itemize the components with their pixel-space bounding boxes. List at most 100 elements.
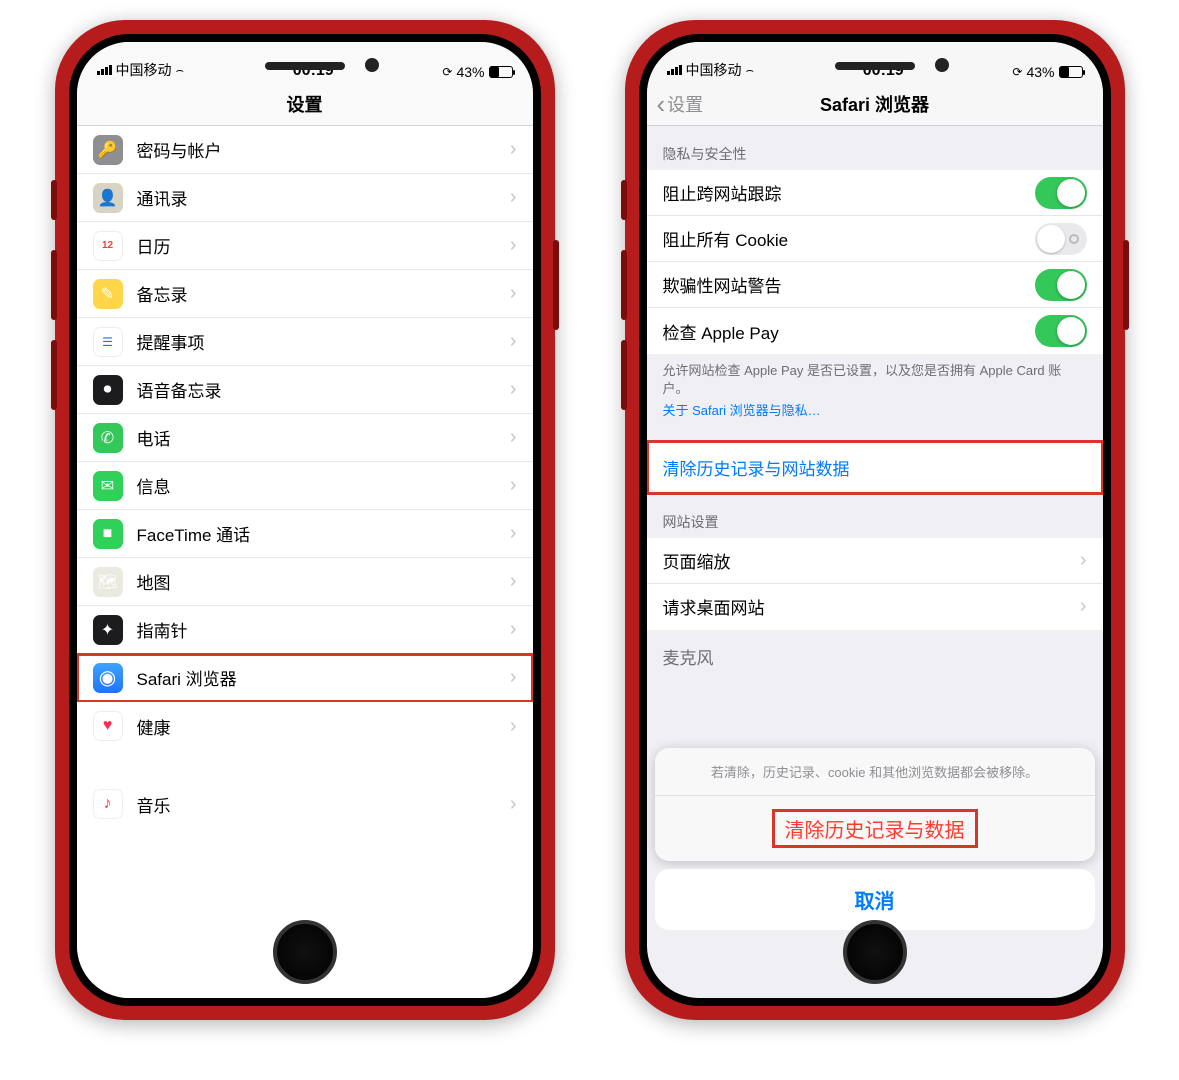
settings-list[interactable]: 🔑密码与帐户›👤通讯录›12日历›✎备忘录›☰提醒事项›⏺语音备忘录›✆电话›✉… [77, 126, 533, 998]
note-text: 允许网站检查 Apple Pay 是否已设置，以及您是否拥有 Apple Car… [663, 363, 1062, 396]
section-site-header: 网站设置 [647, 494, 1103, 538]
settings-item[interactable]: ✉信息› [77, 462, 533, 510]
action-sheet: 若清除，历史记录、cookie 和其他浏览数据都会被移除。 清除历史记录与数据 … [647, 740, 1103, 938]
chevron-right-icon: › [510, 234, 517, 257]
settings-item-label: 音乐 [137, 792, 510, 817]
earpiece [835, 62, 915, 70]
screen-safari-settings: 中国移动 ⌢ 00:19 ⟳ 43% ‹ 设置 Safari 浏览器 隐私与安全… [647, 42, 1103, 998]
app-icon: ☰ [93, 327, 123, 357]
mute-switch [621, 180, 627, 220]
settings-item-label: 健康 [137, 714, 510, 739]
settings-item-label: 信息 [137, 473, 510, 498]
settings-item[interactable]: 🔑密码与帐户› [77, 126, 533, 174]
back-button[interactable]: ‹ 设置 [657, 82, 704, 126]
nav-title: 设置 [287, 91, 323, 117]
nav-title: Safari 浏览器 [820, 91, 929, 117]
toggle-label: 检查 Apple Pay [663, 319, 1035, 344]
toggle-switch[interactable] [1035, 177, 1087, 209]
site-settings-row[interactable]: 请求桌面网站› [647, 584, 1103, 630]
volume-down [621, 340, 627, 410]
settings-item-label: 电话 [137, 425, 510, 450]
carrier-label: 中国移动 [686, 60, 742, 80]
app-icon: ✆ [93, 423, 123, 453]
power-button [1123, 240, 1129, 330]
toggle-label: 欺骗性网站警告 [663, 272, 1035, 297]
settings-item-label: 语音备忘录 [137, 377, 510, 402]
back-label: 设置 [667, 91, 703, 117]
settings-item-label: 通讯录 [137, 185, 510, 210]
settings-item[interactable]: 🗺地图› [77, 558, 533, 606]
battery-pct: 43% [456, 64, 484, 80]
settings-item[interactable]: 👤通讯录› [77, 174, 533, 222]
chevron-right-icon: › [1080, 595, 1087, 618]
chevron-right-icon: › [510, 715, 517, 738]
settings-item[interactable]: ☰ 提醒事项› [77, 318, 533, 366]
earpiece [265, 62, 345, 70]
settings-item[interactable]: ✎备忘录› [77, 270, 533, 318]
front-camera [365, 58, 379, 72]
sheet-clear-button[interactable]: 清除历史记录与数据 [655, 796, 1095, 861]
toggle-label: 阻止所有 Cookie [663, 226, 1035, 251]
row-label: 页面缩放 [663, 548, 1080, 573]
app-icon: 12 [93, 231, 123, 261]
app-icon: 🔑 [93, 135, 123, 165]
app-icon: ✦ [93, 615, 123, 645]
battery-icon [489, 66, 513, 78]
battery-icon [1059, 66, 1083, 78]
wifi-icon: ⌢ [746, 62, 755, 78]
signal-icon [667, 65, 682, 75]
app-icon: ■ [93, 519, 123, 549]
signal-icon [97, 65, 112, 75]
chevron-right-icon: › [510, 378, 517, 401]
privacy-link[interactable]: 关于 Safari 浏览器与隐私… [663, 402, 1087, 420]
home-button[interactable] [843, 920, 907, 984]
safari-settings-content[interactable]: 隐私与安全性 阻止跨网站跟踪阻止所有 Cookie欺骗性网站警告检查 Apple… [647, 126, 1103, 998]
settings-item[interactable]: ◉ Safari 浏览器› [77, 654, 533, 702]
clear-history-row[interactable]: 清除历史记录与网站数据 [647, 441, 1103, 494]
sheet-clear-label: 清除历史记录与数据 [775, 812, 975, 845]
toggle-switch[interactable] [1035, 223, 1087, 255]
toggle-row: 阻止跨网站跟踪 [647, 170, 1103, 216]
settings-item-label: FaceTime 通话 [137, 521, 510, 546]
chevron-right-icon: › [510, 426, 517, 449]
app-icon: ⏺ [93, 375, 123, 405]
chevron-right-icon: › [510, 570, 517, 593]
sheet-message: 若清除，历史记录、cookie 和其他浏览数据都会被移除。 [655, 748, 1095, 796]
chevron-right-icon: › [510, 330, 517, 353]
rotation-lock-icon: ⟳ [1012, 65, 1022, 79]
settings-item-label: 指南针 [137, 617, 510, 642]
settings-item-label: 提醒事项 [137, 329, 510, 354]
chevron-right-icon: › [1080, 549, 1087, 572]
settings-item[interactable]: ♪音乐› [77, 780, 533, 828]
toggle-switch[interactable] [1035, 315, 1087, 347]
settings-item-label: 日历 [137, 233, 510, 258]
settings-item[interactable]: ♥健康› [77, 702, 533, 750]
settings-item[interactable]: ✆ 电话› [77, 414, 533, 462]
volume-up [621, 250, 627, 320]
settings-item[interactable]: 12 日历› [77, 222, 533, 270]
applepay-note: 允许网站检查 Apple Pay 是否已设置，以及您是否拥有 Apple Car… [647, 354, 1103, 429]
toggle-row: 欺骗性网站警告 [647, 262, 1103, 308]
toggle-row: 检查 Apple Pay [647, 308, 1103, 354]
mute-switch [51, 180, 57, 220]
settings-item-label: Safari 浏览器 [137, 665, 510, 690]
site-settings-row[interactable]: 页面缩放› [647, 538, 1103, 584]
phone-left: 中国移动 ⌢ 00:19 ⟳ 43% 设置 🔑密码与帐户›👤通讯录›12日历›✎… [55, 20, 555, 1020]
app-icon: ✎ [93, 279, 123, 309]
toggle-row: 阻止所有 Cookie [647, 216, 1103, 262]
app-icon: 👤 [93, 183, 123, 213]
rotation-lock-icon: ⟳ [442, 65, 452, 79]
settings-item[interactable]: ⏺ 语音备忘录› [77, 366, 533, 414]
settings-item[interactable]: ✦指南针› [77, 606, 533, 654]
wifi-icon: ⌢ [176, 62, 185, 78]
chevron-left-icon: ‹ [657, 91, 666, 117]
settings-item-label: 地图 [137, 569, 510, 594]
app-icon: ◉ [93, 663, 123, 693]
battery-pct: 43% [1026, 64, 1054, 80]
settings-item[interactable]: ■FaceTime 通话› [77, 510, 533, 558]
toggle-switch[interactable] [1035, 269, 1087, 301]
chevron-right-icon: › [510, 666, 517, 689]
home-button[interactable] [273, 920, 337, 984]
chevron-right-icon: › [510, 474, 517, 497]
settings-item-label: 备忘录 [137, 281, 510, 306]
